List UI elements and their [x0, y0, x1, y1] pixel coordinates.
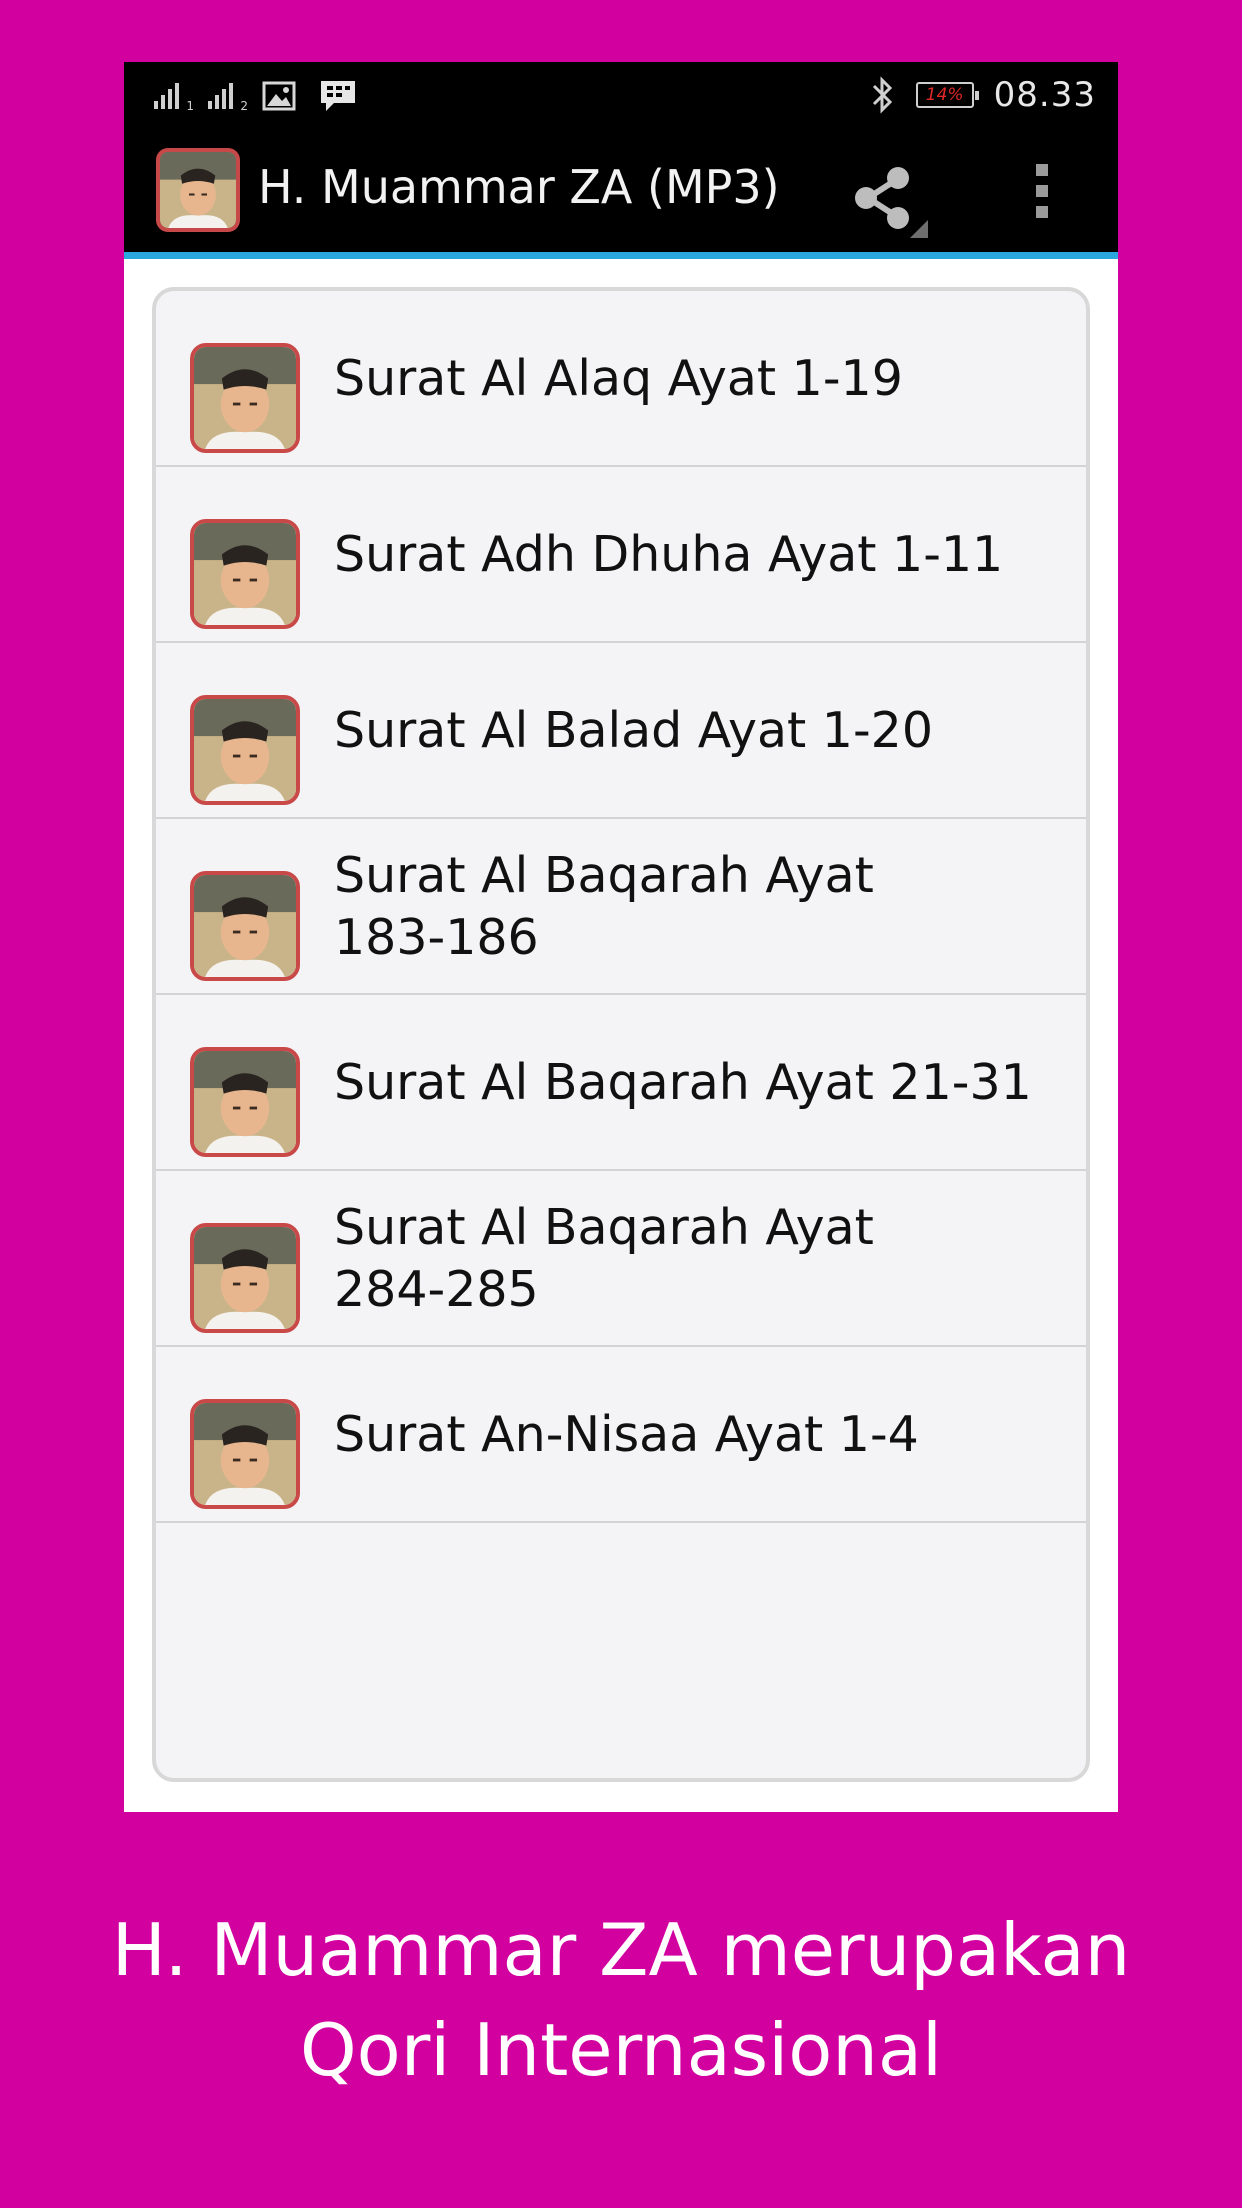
track-thumbnail-icon — [190, 695, 300, 805]
bluetooth-icon — [872, 76, 892, 114]
content-area: Surat Al Alaq Ayat 1-19 Surat Adh Dhuha … — [124, 259, 1118, 1812]
list-item[interactable]: Surat Al Balad Ayat 1-20 — [156, 643, 1086, 819]
app-icon[interactable] — [156, 148, 240, 232]
share-icon — [855, 167, 928, 238]
list-item[interactable]: Surat Al Baqarah Ayat 183-186 — [156, 819, 1086, 995]
track-thumbnail-icon — [190, 871, 300, 981]
caption-line-1: H. Muammar ZA merupakan — [111, 1908, 1131, 1992]
track-thumbnail-icon — [190, 519, 300, 629]
list-item-label: Surat Al Balad Ayat 1-20 — [334, 702, 934, 759]
sim1-label: 1 — [186, 99, 194, 113]
list-item[interactable]: Surat An-Nisaa Ayat 1-4 — [156, 1347, 1086, 1523]
list-item-label: Surat Adh Dhuha Ayat 1-11 — [334, 526, 1004, 583]
reciter-portrait-icon — [160, 152, 236, 228]
list-item[interactable]: Surat Al Baqarah Ayat 284-285 — [156, 1171, 1086, 1347]
action-bar: H. Muammar ZA (MP3) — [124, 128, 1118, 259]
list-item[interactable]: Surat Al Baqarah Ayat 21-31 — [156, 995, 1086, 1171]
track-thumbnail-icon — [190, 1047, 300, 1157]
battery-icon: 14% — [915, 82, 979, 108]
phone-screen: 1 2 14% 08.33 H. Muammar ZA (MP3) Surat … — [124, 62, 1118, 1812]
signal-sim1-icon: 1 — [154, 79, 194, 113]
overflow-menu-button[interactable] — [1018, 158, 1068, 224]
list-item-label: Surat Al Baqarah Ayat 21-31 — [334, 1054, 1032, 1111]
promo-caption: H. Muammar ZA merupakan Qori Internasion… — [0, 1900, 1242, 2100]
caption-line-2: Qori Internasional — [299, 2008, 943, 2092]
track-thumbnail-icon — [190, 1399, 300, 1509]
list-item[interactable]: Surat Al Alaq Ayat 1-19 — [156, 291, 1086, 467]
track-list: Surat Al Alaq Ayat 1-19 Surat Adh Dhuha … — [152, 287, 1090, 1782]
status-right: 14% 08.33 — [870, 72, 1096, 118]
list-item[interactable]: Surat Adh Dhuha Ayat 1-11 — [156, 467, 1086, 643]
signal-sim2-icon: 2 — [208, 79, 248, 113]
app-title: H. Muammar ZA (MP3) — [258, 160, 780, 214]
status-bar: 1 2 14% 08.33 — [124, 62, 1118, 128]
list-item-label: Surat Al Alaq Ayat 1-19 — [334, 350, 903, 407]
status-left: 1 2 — [154, 76, 358, 116]
bbm-chat-icon — [321, 81, 355, 111]
gallery-notification-icon — [262, 81, 296, 111]
track-thumbnail-icon — [190, 1223, 300, 1333]
share-button[interactable] — [840, 156, 930, 240]
list-item-label: Surat An-Nisaa Ayat 1-4 — [334, 1406, 919, 1463]
battery-percent: 14% — [925, 85, 964, 105]
sim2-label: 2 — [240, 99, 248, 113]
list-item-label: Surat Al Baqarah Ayat 284-285 — [334, 1199, 874, 1318]
status-clock: 08.33 — [993, 75, 1096, 115]
list-item-label: Surat Al Baqarah Ayat 183-186 — [334, 847, 874, 966]
track-thumbnail-icon — [190, 343, 300, 453]
